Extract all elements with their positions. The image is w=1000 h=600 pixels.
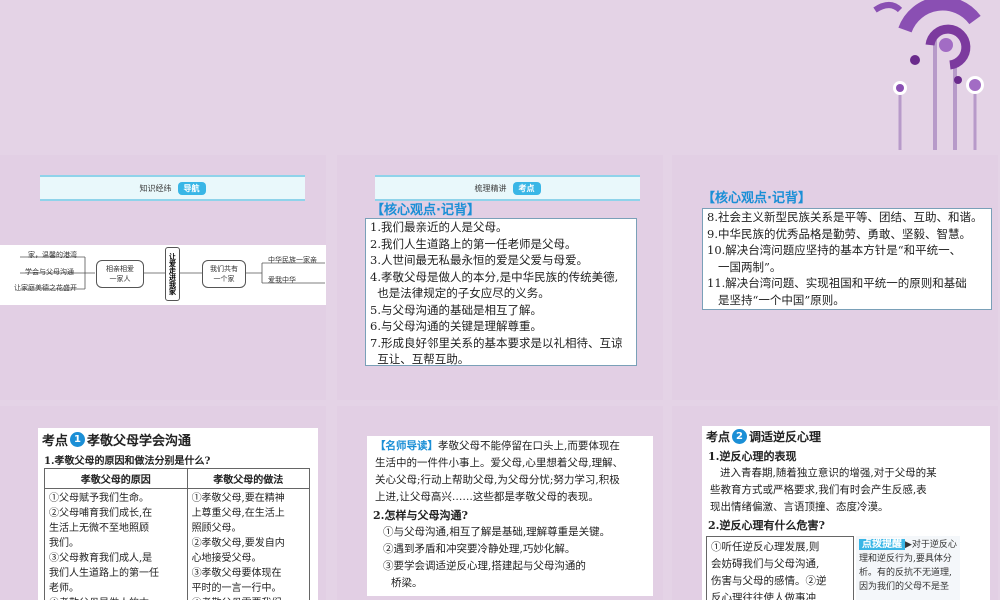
slide-thumbnail-2[interactable]: 梳理精讲 考点 【核心观点·记背】 1.我们最亲近的人是父母。 2.我们人生道路… — [337, 155, 663, 400]
guide-intro: 【名师导读】孝敬父母不能停留在口头上,而要体现在 — [367, 436, 653, 455]
table-header: 孝敬父母的原因 — [44, 468, 188, 489]
guide-card: 【名师导读】孝敬父母不能停留在口头上,而要体现在 生活中的一件件小事上。爱父母,… — [367, 436, 653, 596]
question: 1.逆反心理的表现 — [708, 450, 797, 463]
core-point-line: 4.孝敬父母是做人的本分,是中华民族的传统美德, — [370, 269, 619, 284]
core-point-line: 5.与父母沟通的基础是相互了解。 — [370, 302, 542, 317]
core-point-line: 8.社会主义新型民族关系是平等、团结、互助、和谐。 — [707, 210, 983, 224]
guide-lead: 【名师导读】 — [375, 440, 438, 452]
mindmap-node: 相亲相爱 一家人 — [96, 260, 144, 288]
core-point-line: 是坚持“一个中国”原则。 — [707, 292, 845, 307]
mindmap-left-item: 让家庭美德之花盛开 — [14, 284, 77, 292]
core-points-tag: 【核心观点·记背】 — [702, 191, 811, 206]
slide-thumbnail-4[interactable]: 考点 1 孝敬父母学会沟通 1.孝敬父母的原因和做法分别是什么? 孝敬父母的原因… — [0, 406, 326, 600]
core-point-line: 10.解决台湾问题应坚持的基本方针是“和平统一、 — [707, 243, 962, 257]
slide-thumbnail-5[interactable]: 【名师导读】孝敬父母不能停留在口头上,而要体现在 生活中的一件件小事上。爱父母,… — [337, 406, 663, 600]
section-banner: 梳理精讲 考点 — [375, 175, 640, 201]
reasons-methods-table: 孝敬父母的原因 孝敬父母的做法 ①父母赋予我们生命。 ②父母哺育我们成长,在 生… — [44, 468, 311, 600]
core-point-line: 2.我们人生道路上的第一任老师是父母。 — [370, 236, 577, 251]
harm-text: ①听任逆反心理发展,则 会妨碍我们与父母沟通, 伤害与父母的感情。②逆 反心理往… — [706, 536, 854, 600]
table-cell: ①父母赋予我们生命。 ②父母哺育我们成长,在 生活上无微不至地照顾 我们。 ③父… — [44, 488, 188, 600]
question: 1.孝敬父母的原因和做法分别是什么? — [44, 456, 211, 467]
answer-line: ③要学会调适逆反心理,搭建起与父母沟通的 — [383, 560, 586, 572]
tip-heading: 点拨提醒 — [859, 539, 905, 550]
question: 2.怎样与父母沟通? — [373, 509, 468, 522]
mindmap-node: 我们共有 一个家 — [202, 260, 246, 288]
exam-point-number: 1 — [70, 432, 86, 447]
banner-label: 知识经纬 — [139, 183, 172, 193]
mindmap-right-item: 爱我中华 — [268, 276, 296, 284]
tip-block: ①听任逆反心理发展,则 会妨碍我们与父母沟通, 伤害与父母的感情。②逆 反心理往… — [706, 536, 986, 600]
exam-point-number: 2 — [732, 429, 748, 444]
tip-note: 点拨提醒 ▶对于逆反心 理和逆反行为,要具体分 析。有的反抗不无道理, 因为我们的… — [856, 536, 960, 600]
exam-point-heading: 考点 2 调适逆反心理 — [702, 426, 990, 447]
mindmap-center: 让爱走进我家 — [165, 247, 180, 301]
guide-line: 关心父母;行动上帮助父母,为父母分忧;努力学习,积极 — [375, 474, 620, 486]
question: 2.逆反心理有什么危害? — [708, 519, 825, 532]
banner-badge: 考点 — [512, 181, 541, 195]
mindmap-left-item: 学会与父母沟通 — [25, 268, 74, 276]
exam-point-title: 调适逆反心理 — [749, 430, 822, 444]
mindmap-left-item: 家，温馨的港湾 — [28, 251, 77, 259]
slide-thumbnail-1[interactable]: 知识经纬 导航 家，温馨的港湾 学会与父母沟通 让家庭美德之花盛开 相亲相爱 一… — [0, 155, 326, 400]
table-cell: ①孝敬父母,要在精神 上尊重父母,在生活上 照顾父母。 ②孝敬父母,要发自内 心… — [186, 488, 311, 600]
slide-thumbnail-3[interactable]: 【核心观点·记背】 8.社会主义新型民族关系是平等、团结、互助、和谐。 9.中华… — [672, 155, 998, 400]
large-flower-decoration — [873, 0, 984, 150]
mindmap-right-item: 中华民族一家亲 — [268, 256, 317, 264]
core-point-line: 9.中华民族的优秀品格是勤劳、勇敢、坚毅、智慧。 — [707, 226, 971, 241]
guide-line: 上进,让父母高兴……这些都是孝敬父母的表现。 — [375, 491, 599, 503]
guide-line: 生活中的一件件小事上。爱父母,心里想着父母,理解、 — [375, 457, 624, 469]
core-point-line: 互让、互帮互助。 — [370, 352, 470, 366]
exam-point-prefix: 考点 — [706, 430, 731, 444]
exam-point-heading: 考点 1 孝敬父母学会沟通 — [38, 428, 318, 451]
answer-line: ①与父母沟通,相互了解是基础,理解尊重是关键。 — [383, 526, 611, 538]
banner-badge: 导航 — [177, 181, 206, 195]
guide-lead-text: 孝敬父母不能停留在口头上,而要体现在 — [438, 440, 620, 452]
core-point-line: 1.我们最亲近的人是父母。 — [370, 220, 508, 234]
core-points-tag: 【核心观点·记背】 — [371, 203, 480, 218]
core-point-line: 一国两制”。 — [707, 259, 782, 274]
core-point-line: 也是法律规定的子女应尽的义务。 — [370, 286, 550, 300]
exam-point-card: 考点 2 调适逆反心理 1.逆反心理的表现 进入青春期,随着独立意识的增强,对于… — [702, 426, 990, 600]
banner-label: 梳理精讲 — [474, 183, 507, 193]
core-point-line: 7.形成良好邻里关系的基本要求是以礼相待、互谅 — [370, 335, 623, 350]
answer-line: 桥梁。 — [391, 577, 423, 589]
section-banner: 知识经纬 导航 — [40, 175, 305, 201]
core-point-line: 3.人世间最无私最永恒的爱是父爱与母爱。 — [370, 253, 588, 267]
slide-thumbnail-6[interactable]: 考点 2 调适逆反心理 1.逆反心理的表现 进入青春期,随着独立意识的增强,对于… — [672, 406, 998, 600]
exam-point-prefix: 考点 — [42, 434, 69, 449]
tip-arrow-icon: ▶ — [905, 540, 912, 550]
core-point-line: 11.解决台湾问题、实现祖国和平统一的原则和基础 — [707, 276, 967, 290]
exam-point-card: 考点 1 孝敬父母学会沟通 1.孝敬父母的原因和做法分别是什么? 孝敬父母的原因… — [38, 428, 318, 600]
exam-point-title: 孝敬父母学会沟通 — [87, 434, 192, 449]
core-point-line: 6.与父母沟通的关键是理解尊重。 — [370, 319, 542, 333]
answer-line: ②遇到矛盾和冲突要冷静处理,巧妙化解。 — [383, 543, 576, 555]
mind-map: 家，温馨的港湾 学会与父母沟通 让家庭美德之花盛开 相亲相爱 一家人 让爱走进我… — [0, 245, 326, 305]
core-points-list: 8.社会主义新型民族关系是平等、团结、互助、和谐。 9.中华民族的优秀品格是勤劳… — [702, 208, 992, 310]
core-points-list: 1.我们最亲近的人是父母。 2.我们人生道路上的第一任老师是父母。 3.人世间最… — [365, 218, 637, 366]
table-header: 孝敬父母的做法 — [186, 468, 311, 489]
paragraph: 进入青春期,随着独立意识的增强,对于父母的某 些教育方式或严格要求,我们有时会产… — [710, 467, 937, 513]
